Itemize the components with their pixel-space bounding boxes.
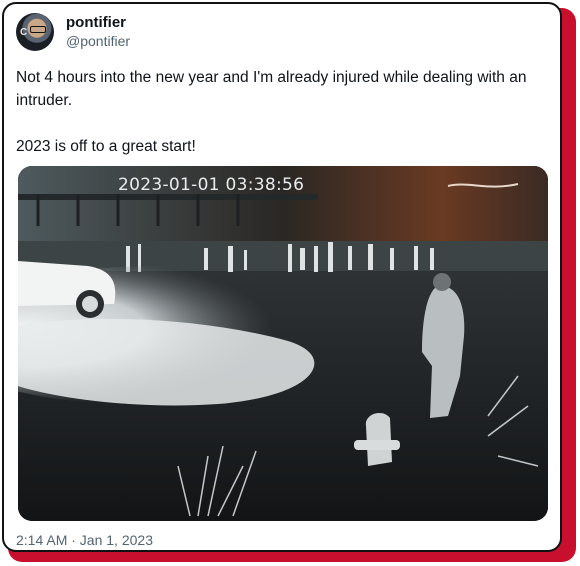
camera-timestamp: 2023-01-01 03:38:56	[118, 175, 305, 195]
security-camera-frame	[18, 166, 548, 521]
tweet-header: C pontifier @pontifier	[16, 10, 130, 54]
tweet-card: C pontifier @pontifier Not 4 hours into …	[2, 2, 562, 552]
tweet-text: Not 4 hours into the new year and I'm al…	[16, 69, 527, 155]
avatar-logo-icon: C	[20, 27, 28, 38]
author-display-name[interactable]: pontifier	[66, 14, 130, 32]
tweet-video[interactable]: 2023-01-01 03:38:56	[18, 166, 548, 521]
author-block: pontifier @pontifier	[66, 14, 130, 50]
glasses-icon	[30, 26, 46, 33]
author-handle[interactable]: @pontifier	[66, 32, 130, 50]
avatar[interactable]: C	[16, 13, 54, 51]
post-timestamp[interactable]: 2:14 AM · Jan 1, 2023	[16, 532, 153, 548]
